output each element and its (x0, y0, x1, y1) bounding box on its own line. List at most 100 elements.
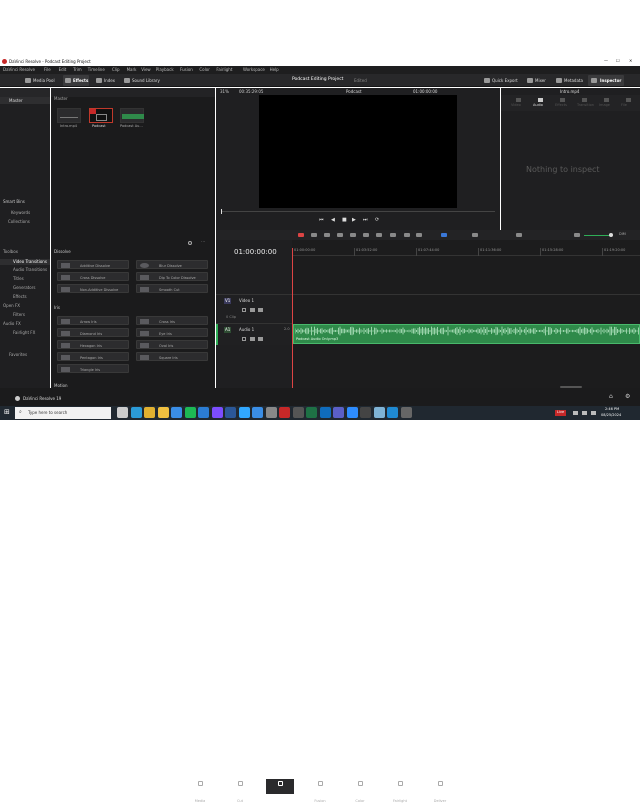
link-icon[interactable] (404, 233, 410, 237)
viewer-clip-name[interactable]: Podcast (346, 90, 362, 94)
spotify-icon[interactable] (184, 407, 196, 418)
menu-item-fusion[interactable]: Fusion (180, 68, 193, 72)
page-cut[interactable]: Cut (226, 779, 254, 803)
menu-item-view[interactable]: View (141, 68, 151, 72)
fx-tree-effects[interactable]: Effects (13, 295, 27, 299)
zoom-icon[interactable] (346, 407, 358, 418)
page-color[interactable]: Color (346, 779, 374, 803)
fx-additive-dissolve[interactable]: Additive Dissolve (57, 260, 129, 269)
play-reverse-icon[interactable]: ◀ (331, 218, 335, 223)
hand-icon[interactable] (337, 233, 343, 237)
playhead-marker[interactable] (221, 209, 222, 214)
fx-cross-iris[interactable]: Cross Iris (136, 316, 208, 325)
master-bin[interactable]: Master (0, 97, 50, 104)
fx-tree-audio-fx[interactable]: Audio FX (3, 322, 21, 326)
overwrite-icon[interactable] (363, 233, 369, 237)
page-deliver[interactable]: Deliver (426, 779, 454, 803)
fx-tree-generators[interactable]: Generators (13, 286, 35, 290)
fx-oval-iris[interactable]: Oval Iris (136, 340, 208, 349)
skip-forward-icon[interactable]: ⏭ (363, 218, 368, 223)
inspector-tab-video[interactable]: Video (509, 97, 529, 109)
obs-icon[interactable] (292, 407, 304, 418)
task-view-icon[interactable] (117, 407, 128, 418)
fx-tree-filters[interactable]: Filters (13, 313, 25, 317)
monitor-icon[interactable] (258, 308, 263, 312)
menu-item-davinci-resolve[interactable]: DaVinci Resolve (3, 68, 35, 72)
fx-tree-favorites[interactable]: Favorites (9, 353, 27, 357)
lock-icon[interactable] (242, 308, 246, 312)
zoom-in-icon[interactable] (472, 233, 478, 237)
loop-icon[interactable]: ⟳ (375, 218, 379, 223)
settings-icon[interactable]: ⚙ (625, 394, 630, 400)
media-pool-button[interactable]: Media Pool (25, 77, 57, 84)
index-button[interactable]: Index (96, 77, 118, 84)
terminal-icon[interactable] (360, 407, 371, 418)
mail-icon[interactable] (198, 407, 209, 418)
menu-item-trim[interactable]: Trim (73, 68, 82, 72)
close-button[interactable]: ✕ (629, 59, 632, 63)
search-icon[interactable] (188, 241, 192, 245)
fx-smooth-cut[interactable]: Smooth Cut (136, 284, 208, 293)
video-track-name[interactable]: Video 1 (239, 299, 254, 303)
page-fairlight[interactable]: Fairlight (386, 779, 414, 803)
wifi-icon[interactable] (573, 411, 578, 415)
playhead-line[interactable] (292, 248, 293, 388)
mute-icon[interactable] (258, 337, 263, 341)
fx-tree-titles[interactable]: Titles (13, 277, 24, 281)
notifications-icon[interactable] (591, 411, 596, 415)
maximize-button[interactable]: ☐ (616, 59, 620, 63)
inspector-tab-audio[interactable]: Audio (531, 97, 551, 109)
metadata-button[interactable]: Metadata (556, 77, 584, 84)
flag-icon[interactable] (416, 233, 422, 237)
word-icon[interactable] (225, 407, 236, 418)
zoom-out-icon[interactable] (516, 233, 522, 237)
menu-item-timeline[interactable]: Timeline (88, 68, 105, 72)
film-icon[interactable] (250, 308, 255, 312)
fx-tree-open-fx[interactable]: Open FX (3, 304, 20, 308)
insert-icon[interactable] (350, 233, 356, 237)
excel-icon[interactable] (306, 407, 317, 418)
visual-studio-icon[interactable] (211, 407, 223, 418)
video-track-lane[interactable] (292, 294, 640, 322)
trim-icon[interactable] (311, 233, 317, 237)
minimize-button[interactable]: — (604, 59, 608, 63)
effects-button[interactable]: Effects (63, 75, 89, 86)
menu-item-fairlight[interactable]: Fairlight (216, 68, 232, 72)
quick-export-button[interactable]: Quick Export (484, 77, 518, 84)
audio-track-name[interactable]: Audio 1 (239, 328, 254, 332)
recording-badge[interactable]: Live (555, 410, 567, 416)
clipchamp-icon[interactable] (265, 407, 277, 418)
audio-level-slider[interactable] (584, 235, 612, 236)
menu-item-playback[interactable]: Playback (156, 68, 174, 72)
marker-icon[interactable] (441, 233, 447, 237)
photoshop-icon[interactable] (238, 407, 250, 418)
timeline-tracks-area[interactable]: 01:00:00:00 01:03:52:00 01:07:44:00 01:11:3… (292, 240, 640, 388)
viewer-scrubber[interactable] (221, 211, 495, 212)
slider-handle[interactable] (609, 233, 613, 237)
snap-icon[interactable] (390, 233, 396, 237)
mixer-button[interactable]: Mixer (527, 77, 549, 84)
media-clip-podcast-audio[interactable]: Podcast Au... (120, 108, 148, 130)
file-explorer-icon[interactable] (157, 407, 169, 418)
page-fusion[interactable]: Fusion (306, 779, 334, 803)
fx-arrow-iris[interactable]: Arrow Iris (57, 316, 129, 325)
fx-diamond-iris[interactable]: Diamond Iris (57, 328, 129, 337)
play-icon[interactable]: ▶ (352, 218, 356, 223)
lock-icon[interactable] (242, 337, 246, 341)
page-media[interactable]: Media (186, 779, 214, 803)
inspector-tab-transition[interactable]: Transition (575, 97, 595, 109)
fx-square-iris[interactable]: Square Iris (136, 352, 208, 361)
fx-hexagon-iris[interactable]: Hexagon Iris (57, 340, 129, 349)
viewer-zoom[interactable]: 31% (220, 90, 229, 94)
skip-back-icon[interactable]: ⏮ (319, 218, 324, 223)
keywords-bin[interactable]: Keywords (11, 211, 30, 215)
fx-tree-audio-transitions[interactable]: Audio Transitions (13, 268, 47, 272)
page-edit[interactable]: Edit (266, 779, 294, 803)
fx-non-additive-dissolve[interactable]: Non-Additive Dissolve (57, 284, 129, 293)
menu-item-color[interactable]: Color (199, 68, 209, 72)
teams-icon[interactable] (333, 407, 344, 418)
menu-item-mark[interactable]: Mark (127, 68, 137, 72)
calculator-icon[interactable] (400, 407, 412, 418)
fx-tree-fairlight-fx[interactable]: Fairlight FX (13, 331, 35, 335)
resolve-icon[interactable] (279, 407, 290, 418)
